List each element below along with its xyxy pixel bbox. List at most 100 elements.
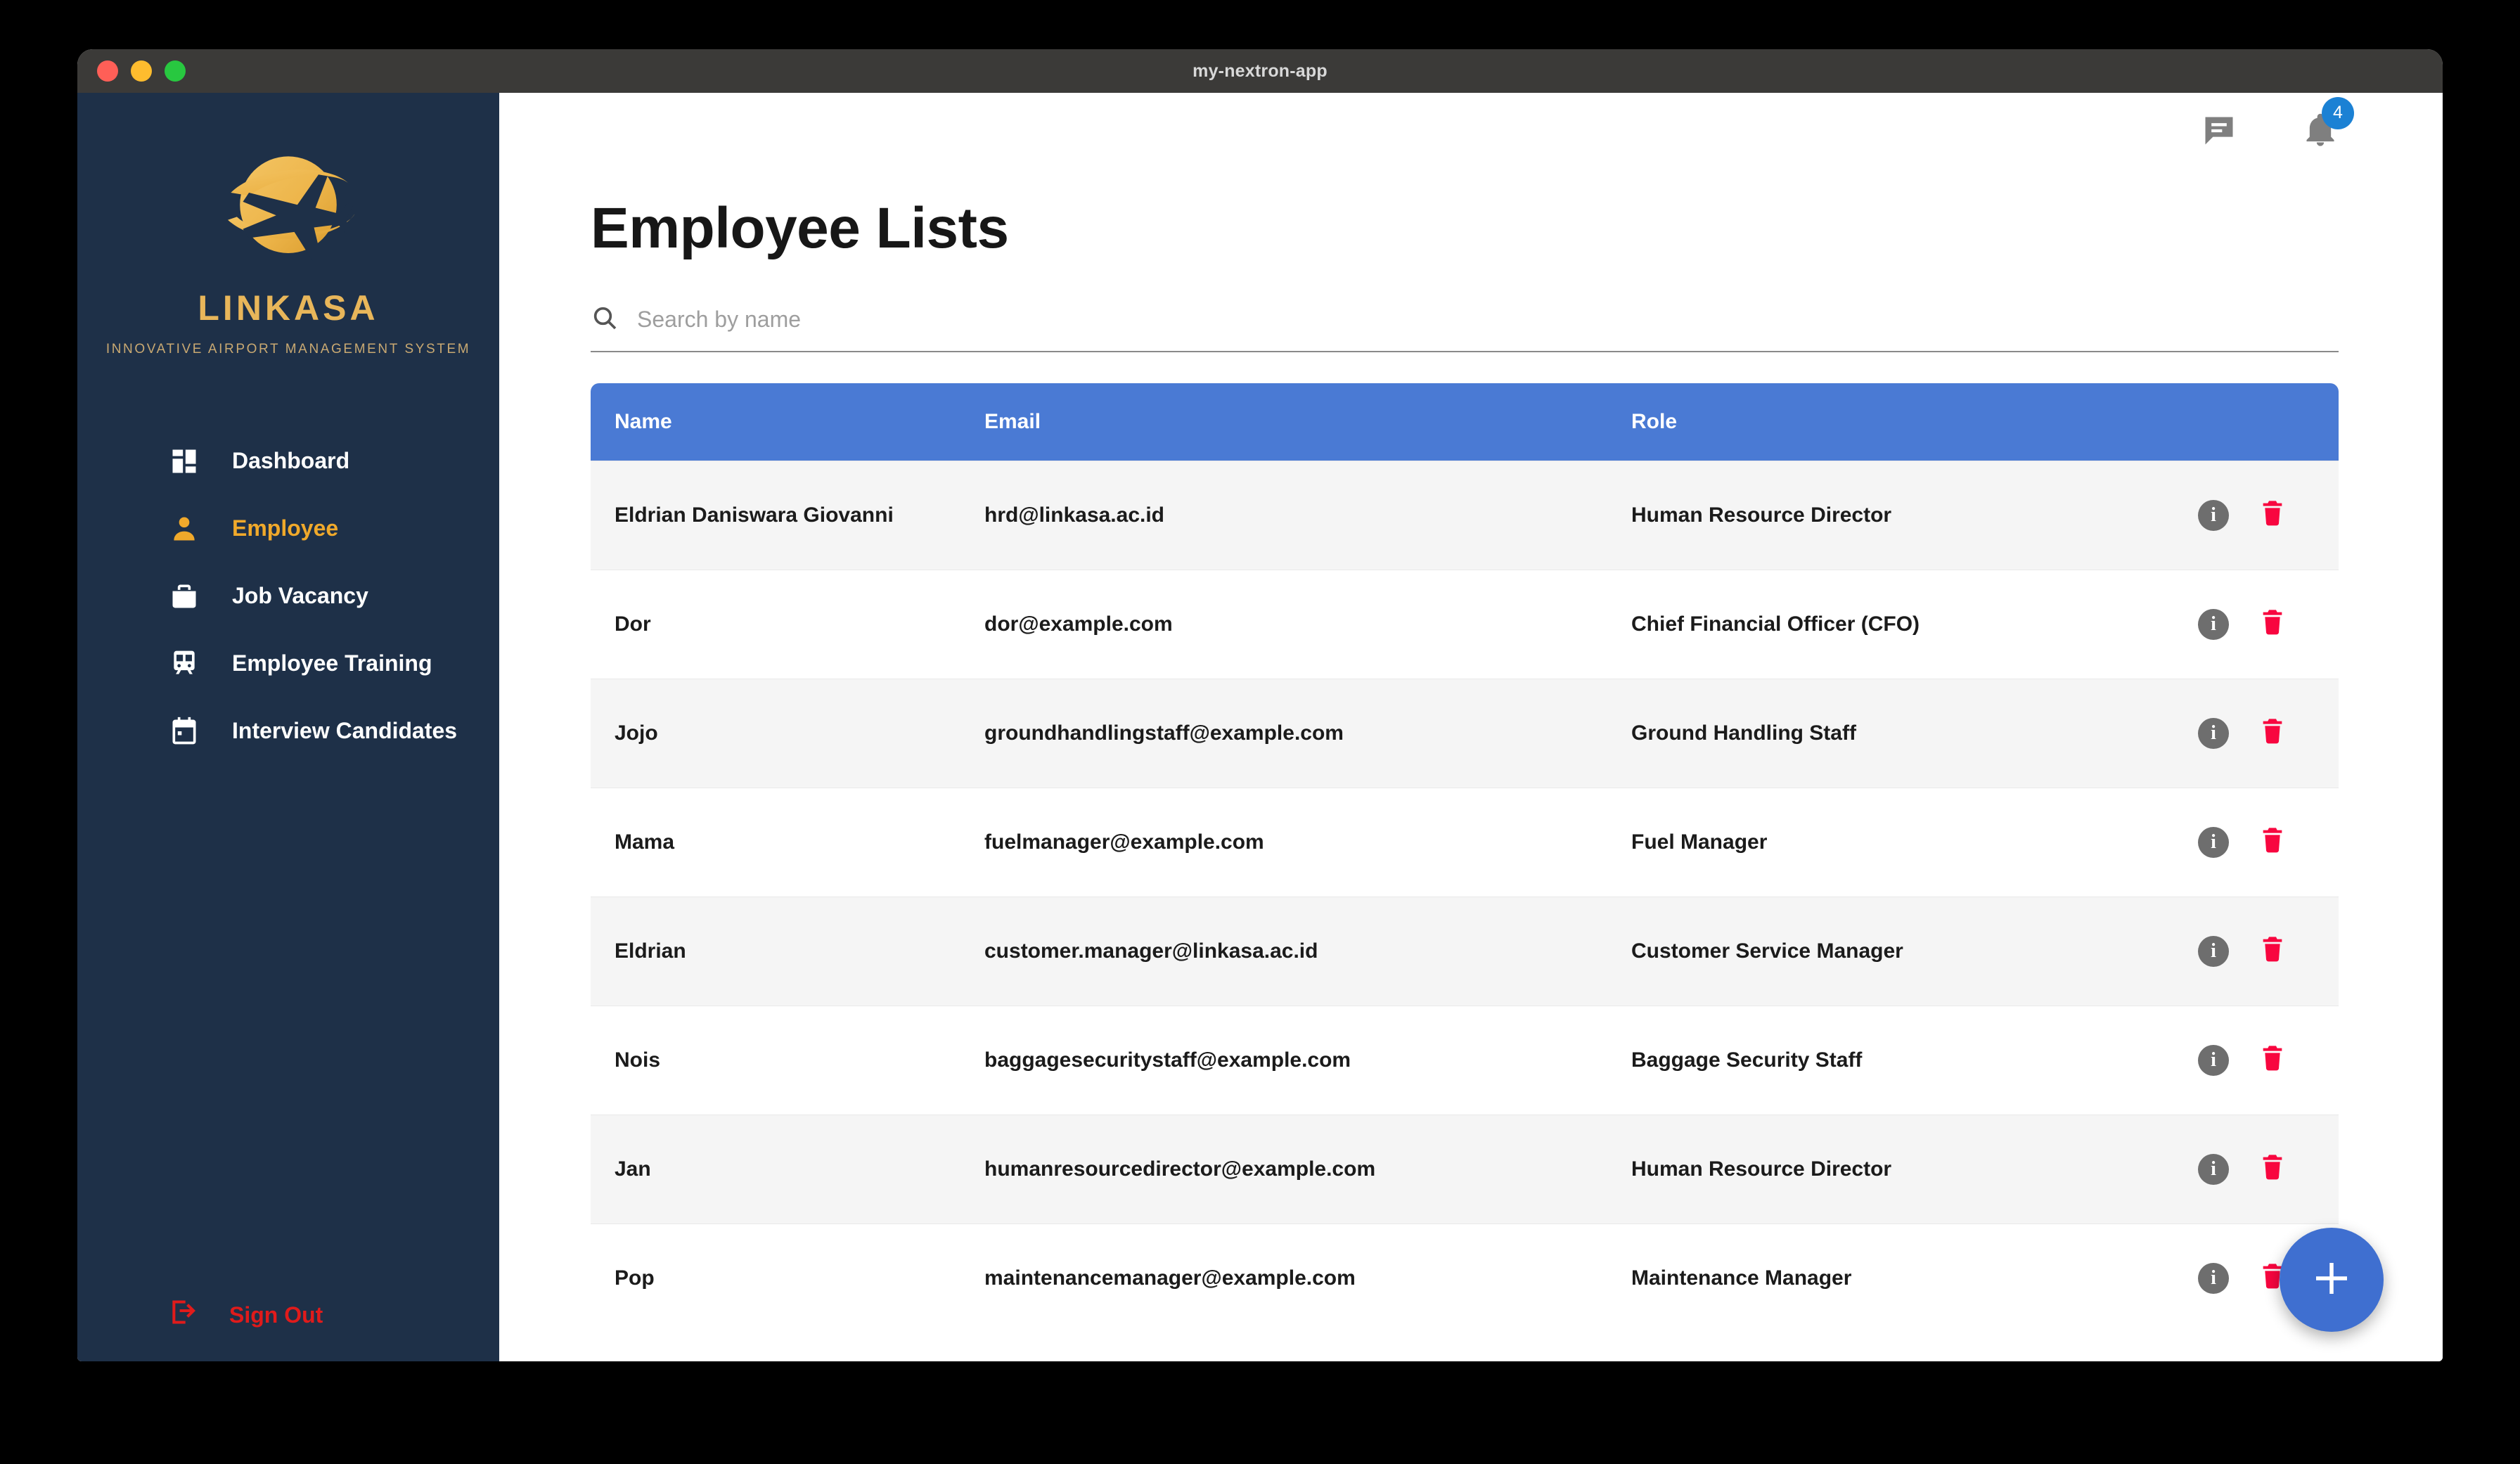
- window-body: LINKASA INNOVATIVE AIRPORT MANAGEMENT SY…: [77, 93, 2443, 1361]
- cell-actions: i: [2198, 1044, 2339, 1077]
- table-row[interactable]: Jojo groundhandlingstaff@example.com Gro…: [591, 679, 2339, 788]
- notifications-button[interactable]: 4: [2302, 96, 2354, 153]
- info-icon[interactable]: i: [2198, 1263, 2229, 1294]
- cell-actions: i: [2198, 499, 2339, 532]
- cell-email: baggagesecuritystaff@example.com: [984, 1048, 1351, 1072]
- person-icon: [167, 512, 201, 546]
- sidebar-item-job-vacancy[interactable]: Job Vacancy: [77, 563, 499, 630]
- cell-role: Human Resource Director: [1631, 503, 1892, 527]
- trash-icon[interactable]: [2258, 826, 2287, 859]
- sign-out-button[interactable]: Sign Out: [77, 1297, 323, 1333]
- search-bar[interactable]: [591, 304, 2339, 352]
- cell-name: Mama: [615, 830, 675, 854]
- cell-email: humanresourcedirector@example.com: [984, 1157, 1376, 1181]
- info-icon[interactable]: i: [2198, 936, 2229, 967]
- chat-bubble-icon: [2201, 113, 2237, 153]
- cell-name: Jan: [615, 1157, 651, 1181]
- info-icon[interactable]: i: [2198, 500, 2229, 531]
- cell-name: Pop: [615, 1266, 655, 1290]
- info-icon[interactable]: i: [2198, 1045, 2229, 1076]
- page-title: Employee Lists: [591, 196, 1009, 260]
- cell-actions: i: [2198, 1152, 2339, 1186]
- info-icon[interactable]: i: [2198, 718, 2229, 749]
- main-content: 4 Employee Lists Name Email Role: [499, 93, 2443, 1361]
- table-row[interactable]: Eldrian customer.manager@linkasa.ac.id C…: [591, 897, 2339, 1006]
- cell-name: Jojo: [615, 721, 658, 745]
- cell-email: maintenancemanager@example.com: [984, 1266, 1356, 1290]
- brand-name: LINKASA: [198, 288, 379, 328]
- table-row[interactable]: Dor dor@example.com Chief Financial Offi…: [591, 570, 2339, 679]
- cell-actions: i: [2198, 608, 2339, 641]
- briefcase-icon: [167, 579, 201, 613]
- add-employee-fab[interactable]: [2280, 1228, 2384, 1332]
- window-titlebar: my-nextron-app: [77, 49, 2443, 93]
- trash-icon[interactable]: [2258, 1044, 2287, 1077]
- cell-role: Ground Handling Staff: [1631, 721, 1856, 745]
- chat-button[interactable]: [2201, 113, 2237, 153]
- info-icon[interactable]: i: [2198, 609, 2229, 640]
- sign-out-label: Sign Out: [229, 1302, 323, 1328]
- cell-email: customer.manager@linkasa.ac.id: [984, 939, 1318, 963]
- table-row[interactable]: Mama fuelmanager@example.com Fuel Manage…: [591, 788, 2339, 897]
- trash-icon[interactable]: [2258, 1152, 2287, 1186]
- sidebar-item-employee[interactable]: Employee: [77, 495, 499, 563]
- sidebar-item-label: Employee: [232, 515, 339, 541]
- sidebar-item-interview-candidates[interactable]: Interview Candidates: [77, 698, 499, 765]
- tram-icon: [167, 647, 201, 681]
- sidebar-item-label: Job Vacancy: [232, 583, 368, 608]
- calendar-icon: [167, 714, 201, 748]
- table-row[interactable]: Nois baggagesecuritystaff@example.com Ba…: [591, 1006, 2339, 1115]
- sidebar: LINKASA INNOVATIVE AIRPORT MANAGEMENT SY…: [77, 93, 499, 1361]
- sidebar-item-dashboard[interactable]: Dashboard: [77, 428, 499, 495]
- column-header-role: Role: [1631, 410, 1678, 433]
- brand-block: LINKASA INNOVATIVE AIRPORT MANAGEMENT SY…: [77, 93, 499, 360]
- cell-email: fuelmanager@example.com: [984, 830, 1264, 854]
- cell-email: dor@example.com: [984, 612, 1173, 636]
- cell-role: Maintenance Manager: [1631, 1266, 1852, 1290]
- cell-role: Chief Financial Officer (CFO): [1631, 612, 1920, 636]
- notification-badge: 4: [2322, 96, 2354, 129]
- search-input[interactable]: [637, 307, 2339, 333]
- cell-actions: i: [2198, 826, 2339, 859]
- page-content: Employee Lists Name Email Role: [499, 172, 2443, 1361]
- column-header-email: Email: [984, 410, 1041, 433]
- window-title: my-nextron-app: [1192, 60, 1328, 81]
- table-row[interactable]: Pop maintenancemanager@example.com Maint…: [591, 1224, 2339, 1333]
- plus-icon: [2308, 1255, 2355, 1305]
- brand-tagline: INNOVATIVE AIRPORT MANAGEMENT SYSTEM: [105, 342, 471, 357]
- cell-role: Customer Service Manager: [1631, 939, 1903, 963]
- table-row[interactable]: Eldrian Daniswara Giovanni hrd@linkasa.a…: [591, 461, 2339, 570]
- search-icon: [591, 304, 619, 335]
- cell-name: Eldrian: [615, 939, 686, 963]
- employee-table: Name Email Role Eldrian Daniswara Giovan…: [591, 383, 2339, 1361]
- linkasa-globe-plane-logo-icon: [228, 156, 355, 261]
- sidebar-item-label: Dashboard: [232, 448, 350, 473]
- cell-actions: i: [2198, 935, 2339, 968]
- cell-actions: i: [2198, 717, 2339, 750]
- trash-icon[interactable]: [2258, 935, 2287, 968]
- info-icon[interactable]: i: [2198, 827, 2229, 858]
- trash-icon[interactable]: [2258, 499, 2287, 532]
- dashboard-icon: [167, 444, 201, 478]
- cell-name: Nois: [615, 1048, 661, 1072]
- cell-role: Human Resource Director: [1631, 1157, 1892, 1181]
- trash-icon[interactable]: [2258, 608, 2287, 641]
- table-row[interactable]: Jan humanresourcedirector@example.com Hu…: [591, 1115, 2339, 1224]
- cell-role: Fuel Manager: [1631, 830, 1768, 854]
- cell-role: Baggage Security Staff: [1631, 1048, 1863, 1072]
- sidebar-item-label: Interview Candidates: [232, 718, 458, 743]
- column-header-name: Name: [615, 410, 672, 433]
- top-bar: 4: [499, 93, 2443, 172]
- info-icon[interactable]: i: [2198, 1154, 2229, 1185]
- table-header-row: Name Email Role: [591, 383, 2339, 461]
- logout-icon: [167, 1297, 198, 1333]
- cell-email: hrd@linkasa.ac.id: [984, 503, 1165, 527]
- cell-name: Eldrian Daniswara Giovanni: [615, 503, 894, 527]
- sidebar-nav: Dashboard Employee Job Vacancy Employee …: [77, 428, 499, 765]
- sidebar-item-employee-training[interactable]: Employee Training: [77, 630, 499, 698]
- sidebar-item-label: Employee Training: [232, 650, 432, 676]
- cell-name: Dor: [615, 612, 651, 636]
- trash-icon[interactable]: [2258, 717, 2287, 750]
- cell-email: groundhandlingstaff@example.com: [984, 721, 1344, 745]
- app-window: my-nextron-app LINKASA INNOVATIVE AIRPOR…: [77, 49, 2443, 1361]
